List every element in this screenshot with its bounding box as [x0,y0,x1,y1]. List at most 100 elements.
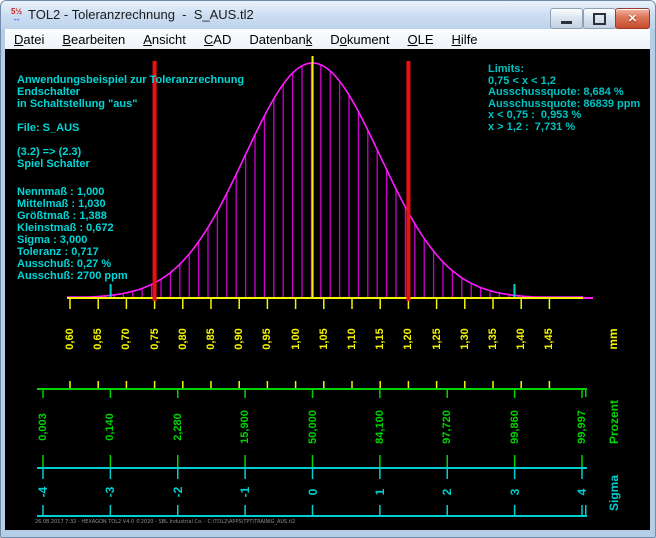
groesstmass-marker [513,284,515,297]
x-axis-tick [323,299,325,309]
text-line: Spiel Schalter [17,158,244,170]
x-tick-label: 1,20 [400,317,416,361]
percent-tick-label: 99,997 [574,399,590,455]
percent-axis-minor-tick [154,381,156,388]
text-line: x < 0,75 : 0,953 % [488,110,640,122]
sigma-tick-label: 0 [305,477,321,507]
percent-axis-tick [177,390,179,398]
x-axis-tick [379,299,381,309]
sigma-tick-label: -4 [35,477,51,507]
x-axis-end-cap [583,297,593,299]
x-tick-label: 0,85 [203,317,219,361]
limits-block: Limits:0,75 < x < 1,2Ausschussquote: 8,6… [488,64,640,133]
percent-tick-label: 99,860 [507,399,523,455]
sigma-tick-label: 4 [574,477,590,507]
percent-label-stub [244,455,246,467]
text-line: Anwendungsbeispiel zur Toleranzrechnung [17,74,244,86]
percent-axis-minor-tick [323,381,325,388]
percent-axis-minor-tick [436,381,438,388]
x-axis-tick [549,299,551,309]
x-axis-tick [210,299,212,309]
percent-axis-minor-tick [126,381,128,388]
sigma-tick-label: -2 [170,477,186,507]
sigma-axis-top-line [37,467,587,469]
percent-label-stub [581,455,583,467]
percent-label-stub [514,455,516,467]
percent-tick-label: 50,000 [305,399,321,455]
text-line: x > 1,2 : 7,731 % [488,122,640,134]
text-line: File: S_AUS [17,122,244,134]
percent-axis-tick [110,390,112,398]
sigma-tick-label: 1 [372,477,388,507]
x-tick-label: 1,40 [513,317,529,361]
sigma-tick-label: -3 [102,477,118,507]
percent-axis-minor-tick [351,381,353,388]
sigma-axis-unit-label: Sigma [606,466,622,520]
x-axis-tick [238,299,240,309]
percent-label-stub [312,455,314,467]
upper-limit-line [406,61,410,301]
text-line [17,134,244,146]
percent-axis-minor-tick [492,381,494,388]
text-line: Größtmaß : 1,388 [17,210,128,222]
text-line: Ausschuß: 0,27 % [17,258,128,270]
x-tick-label: 0,70 [118,317,134,361]
percent-axis-minor-tick [182,381,184,388]
text-line: Sigma : 3,000 [17,234,128,246]
sigma-tick-label: 3 [507,477,523,507]
x-axis-tick [464,299,466,309]
percent-tick-label: 97,720 [439,399,455,455]
x-axis-tick [182,299,184,309]
percent-axis-tick [514,390,516,398]
x-tick-label: 0,60 [62,317,78,361]
percent-axis-tick [379,390,381,398]
text-line: (3.2) => (2.3) [17,146,244,158]
x-axis-tick [520,299,522,309]
percent-axis-minor-tick [69,381,71,388]
x-axis-tick [126,299,128,309]
text-line: Limits: [488,64,640,76]
percent-label-stub [110,455,112,467]
x-axis-tick [351,299,353,309]
percent-axis-unit-label: Prozent [606,391,622,453]
x-tick-label: 0,80 [175,317,191,361]
x-axis-tick [295,299,297,309]
x-tick-label: 1,15 [372,317,388,361]
percent-tick-label: 0,140 [102,399,118,455]
x-axis-tick [69,299,71,309]
percent-axis-minor-tick [238,381,240,388]
text-line: Ausschussquote: 8,684 % [488,87,640,99]
x-tick-label: 0,65 [90,317,106,361]
percent-axis-minor-tick [295,381,297,388]
x-axis-tick [436,299,438,309]
x-axis-tick [97,299,99,309]
x-tick-label: 0,95 [259,317,275,361]
percent-label-stub [447,455,449,467]
percent-axis-minor-tick [464,381,466,388]
x-tick-label: 1,45 [541,317,557,361]
x-tick-label: 0,90 [231,317,247,361]
x-axis-unit-label: mm [605,324,621,354]
application-window: 5½ ↔ TOL2 - Toleranzrechnung - S_AUS.tl2… [0,0,656,538]
x-tick-label: 1,10 [344,317,360,361]
text-line [17,110,244,122]
percent-axis-tick [312,390,314,398]
x-tick-label: 1,05 [316,317,332,361]
percent-axis-minor-tick [210,381,212,388]
stats-block: Nennmaß : 1,000Mittelmaß : 1,030Größtmaß… [17,186,128,282]
percent-axis-minor-tick [520,381,522,388]
x-tick-label: 1,35 [485,317,501,361]
percent-label-stub [177,455,179,467]
percent-axis-tick [581,390,583,398]
percent-axis-end-tick [585,390,587,397]
percent-label-stub [379,455,381,467]
percent-axis-tick [42,390,44,398]
text-line: Ausschuß: 2700 ppm [17,270,128,282]
percent-axis-minor-tick [408,381,410,388]
mean-line [312,56,314,299]
percent-axis-minor-tick [267,381,269,388]
x-tick-label: 1,25 [429,317,445,361]
percent-label-stub [42,455,44,467]
text-line: Nennmaß : 1,000 [17,186,128,198]
sigma-tick-label: -1 [237,477,253,507]
